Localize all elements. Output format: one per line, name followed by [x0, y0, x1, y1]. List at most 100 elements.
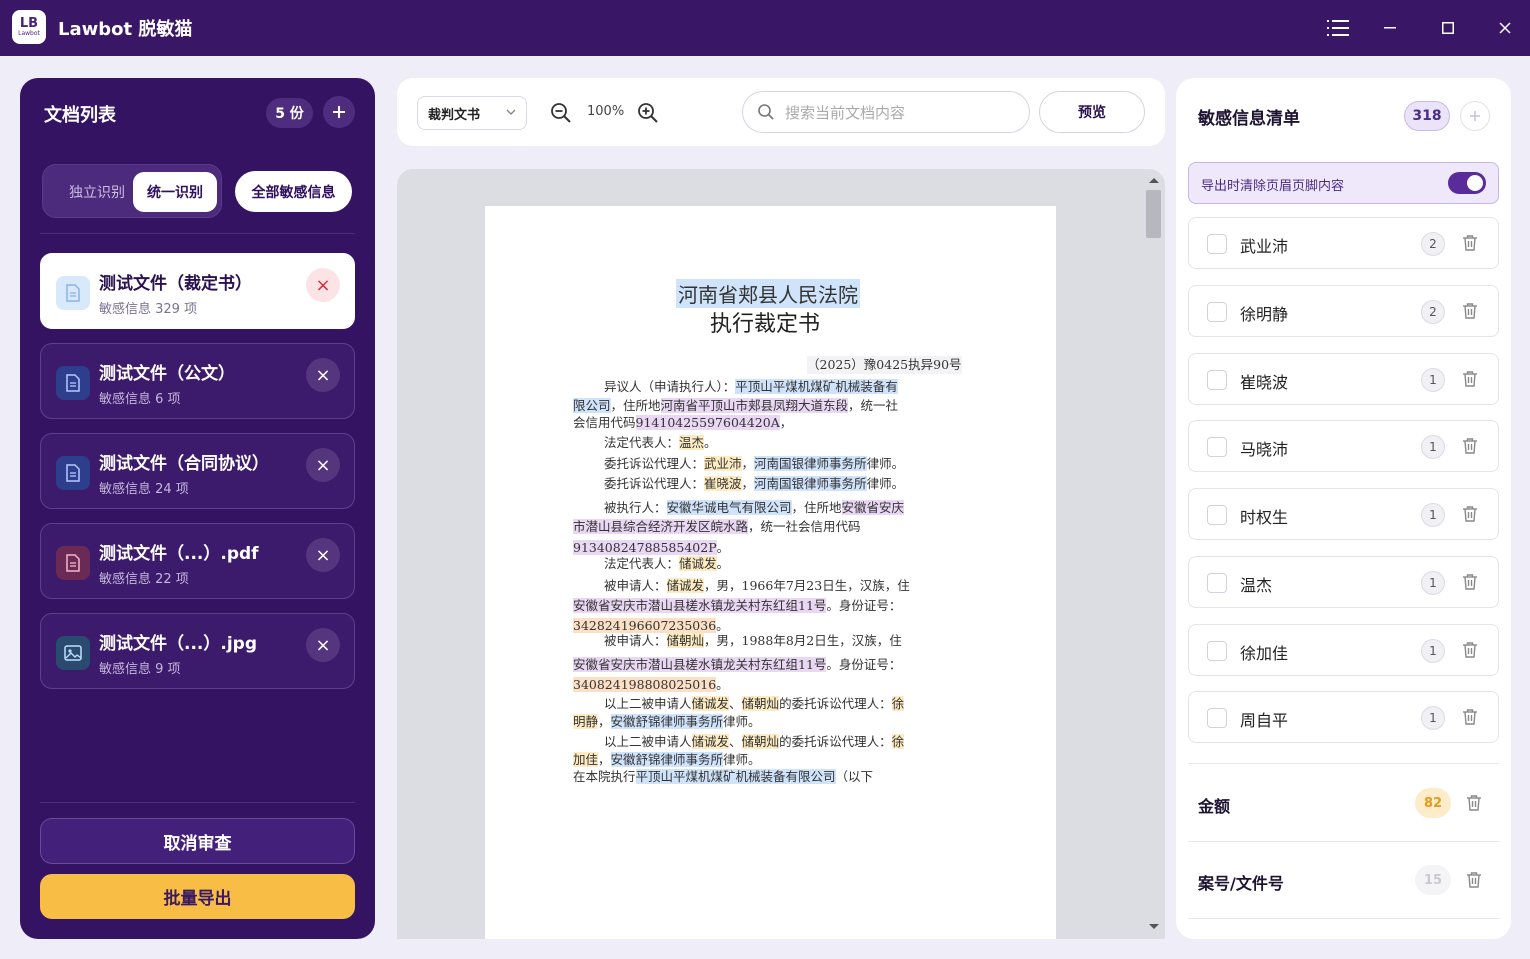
court-name[interactable]: 河南省郏县人民法院 — [676, 279, 860, 308]
item-checkbox[interactable] — [1207, 708, 1227, 728]
sensitive-item[interactable]: 周自平 1 — [1188, 691, 1499, 743]
item-name: 徐加佳 — [1240, 644, 1289, 663]
document-sensitive-count: 敏感信息 9 项 — [99, 662, 181, 677]
add-sensitive-button[interactable] — [1460, 101, 1490, 131]
case-number[interactable]: （2025）豫0425执异90号 — [807, 356, 962, 374]
zoom-in-icon[interactable] — [636, 101, 660, 125]
trash-icon[interactable] — [1462, 234, 1478, 256]
doc-line: 限公司，住所地河南省平顶山市郏县凤翔大道东段，统一社 — [573, 398, 899, 413]
doc-line: 340824198808025016。 — [573, 677, 729, 692]
all-sensitive-info-button[interactable]: 全部敏感信息 — [235, 171, 352, 212]
item-checkbox[interactable] — [1207, 370, 1227, 390]
trash-icon[interactable] — [1462, 708, 1478, 730]
document-icon — [56, 276, 90, 310]
preview-button[interactable]: 预览 — [1039, 91, 1145, 133]
doc-line: 在本院执行平顶山平煤机煤矿机械装备有限公司（以下 — [573, 769, 874, 784]
clear-header-footer-toggle[interactable] — [1448, 172, 1486, 194]
trash-icon[interactable] — [1466, 794, 1482, 816]
zoom-out-icon[interactable] — [549, 101, 573, 125]
clear-header-footer-option: 导出时清除页眉页脚内容 — [1188, 162, 1499, 204]
trash-icon[interactable] — [1462, 505, 1478, 527]
item-count: 1 — [1421, 571, 1445, 595]
trash-icon[interactable] — [1466, 871, 1482, 893]
item-count: 2 — [1421, 300, 1445, 324]
category-case-number-title[interactable]: 案号/文件号 — [1198, 870, 1284, 894]
item-name: 马晓沛 — [1240, 440, 1289, 459]
sensitive-item[interactable]: 徐加佳 1 — [1188, 624, 1499, 676]
document-title: 执行裁定书 — [710, 312, 821, 337]
remove-document-button[interactable]: × — [306, 538, 340, 572]
item-checkbox[interactable] — [1207, 573, 1227, 593]
doc-line: 委托诉讼代理人：崔晓波，河南国银律师事务所律师。 — [604, 476, 905, 491]
sensitive-item[interactable]: 马晓沛 1 — [1188, 420, 1499, 472]
item-count: 1 — [1421, 368, 1445, 392]
remove-document-button[interactable]: × — [306, 628, 340, 662]
sensitive-count-badge: 318 — [1404, 101, 1450, 131]
document-list-title: 文档列表 — [44, 105, 116, 126]
menu-icon[interactable] — [1326, 16, 1350, 40]
item-checkbox[interactable] — [1207, 505, 1227, 525]
document-search-input[interactable]: 搜索当前文档内容 — [742, 91, 1030, 133]
document-count-badge: 5 份 — [266, 98, 313, 128]
app-logo: LB Lawbot — [12, 10, 46, 44]
item-count: 1 — [1421, 706, 1445, 730]
document-card[interactable]: 测试文件（...）.pdf 敏感信息 22 项 × — [40, 523, 355, 599]
remove-document-button[interactable]: × — [306, 448, 340, 482]
item-checkbox[interactable] — [1207, 234, 1227, 254]
category-amount-title[interactable]: 金额 — [1198, 793, 1230, 817]
scrollbar-thumb[interactable] — [1146, 190, 1161, 238]
trash-icon[interactable] — [1462, 573, 1478, 595]
batch-export-button[interactable]: 批量导出 — [40, 874, 355, 919]
item-name: 徐明静 — [1240, 305, 1289, 324]
remove-document-button[interactable]: × — [306, 268, 340, 302]
sensitive-item[interactable]: 徐明静 2 — [1188, 285, 1499, 337]
doc-line: 法定代表人：储诚发。 — [604, 556, 730, 571]
sensitive-item[interactable]: 武业沛 2 — [1188, 217, 1499, 269]
doc-line: 被申请人：储朝灿，男，1988年8月2日生，汉族，住 — [604, 633, 902, 648]
viewer-scrollbar[interactable] — [1145, 174, 1163, 934]
doc-line: 以上二被申请人储诚发、储朝灿的委托诉讼代理人：徐 — [604, 734, 905, 749]
document-sensitive-count: 敏感信息 22 项 — [99, 572, 189, 587]
unified-recognition-tab[interactable]: 统一识别 — [133, 172, 217, 212]
document-card[interactable]: 测试文件（...）.jpg 敏感信息 9 项 × — [40, 613, 355, 689]
independent-recognition-tab[interactable]: 独立识别 — [53, 173, 141, 211]
divider — [40, 802, 355, 803]
document-name: 测试文件（合同协议） — [99, 454, 269, 474]
doc-line: 明静，安徽舒锦律师事务所律师。 — [573, 714, 761, 729]
document-type-select[interactable]: 裁判文书 — [417, 96, 527, 130]
document-card[interactable]: 测试文件（合同协议） 敏感信息 24 项 × — [40, 433, 355, 509]
remove-document-button[interactable]: × — [306, 358, 340, 392]
item-name: 武业沛 — [1240, 237, 1289, 256]
clear-header-footer-label: 导出时清除页眉页脚内容 — [1201, 179, 1345, 194]
trash-icon[interactable] — [1462, 641, 1478, 663]
app-title: Lawbot 脱敏猫 — [58, 19, 193, 40]
doc-line: 被执行人：安徽华诚电气有限公司，住所地安徽省安庆 — [604, 500, 905, 515]
document-card[interactable]: 测试文件（裁定书） 敏感信息 329 项 × — [40, 253, 355, 329]
item-checkbox[interactable] — [1207, 302, 1227, 322]
divider — [1188, 918, 1499, 919]
sensitive-item[interactable]: 时权生 1 — [1188, 488, 1499, 540]
doc-line: 会信用代码91410425597604420A， — [573, 415, 793, 430]
document-card[interactable]: 测试文件（公文） 敏感信息 6 项 × — [40, 343, 355, 419]
item-count: 1 — [1421, 639, 1445, 663]
item-checkbox[interactable] — [1207, 437, 1227, 457]
item-checkbox[interactable] — [1207, 641, 1227, 661]
pdf-icon — [56, 546, 90, 580]
cancel-review-button[interactable]: 取消审查 — [40, 818, 355, 864]
add-document-button[interactable] — [323, 96, 355, 128]
trash-icon[interactable] — [1462, 437, 1478, 459]
sensitive-item[interactable]: 崔晓波 1 — [1188, 353, 1499, 405]
logo-mark: LB — [19, 16, 39, 31]
minimize-icon[interactable] — [1378, 16, 1402, 40]
document-icon — [56, 366, 90, 400]
doc-line: 安徽省安庆市潜山县槎水镇龙关村东红组11号。身份证号： — [573, 598, 902, 613]
trash-icon[interactable] — [1462, 302, 1478, 324]
document-name: 测试文件（公文） — [99, 364, 235, 384]
sensitive-item[interactable]: 温杰 1 — [1188, 556, 1499, 608]
maximize-icon[interactable] — [1436, 16, 1460, 40]
sensitive-list-title: 敏感信息清单 — [1198, 109, 1300, 129]
category-case-number-count: 15 — [1415, 865, 1451, 895]
doc-line: 异议人（申请执行人）：平顶山平煤机煤矿机械装备有 — [604, 379, 898, 394]
trash-icon[interactable] — [1462, 370, 1478, 392]
close-window-icon[interactable] — [1493, 16, 1517, 40]
